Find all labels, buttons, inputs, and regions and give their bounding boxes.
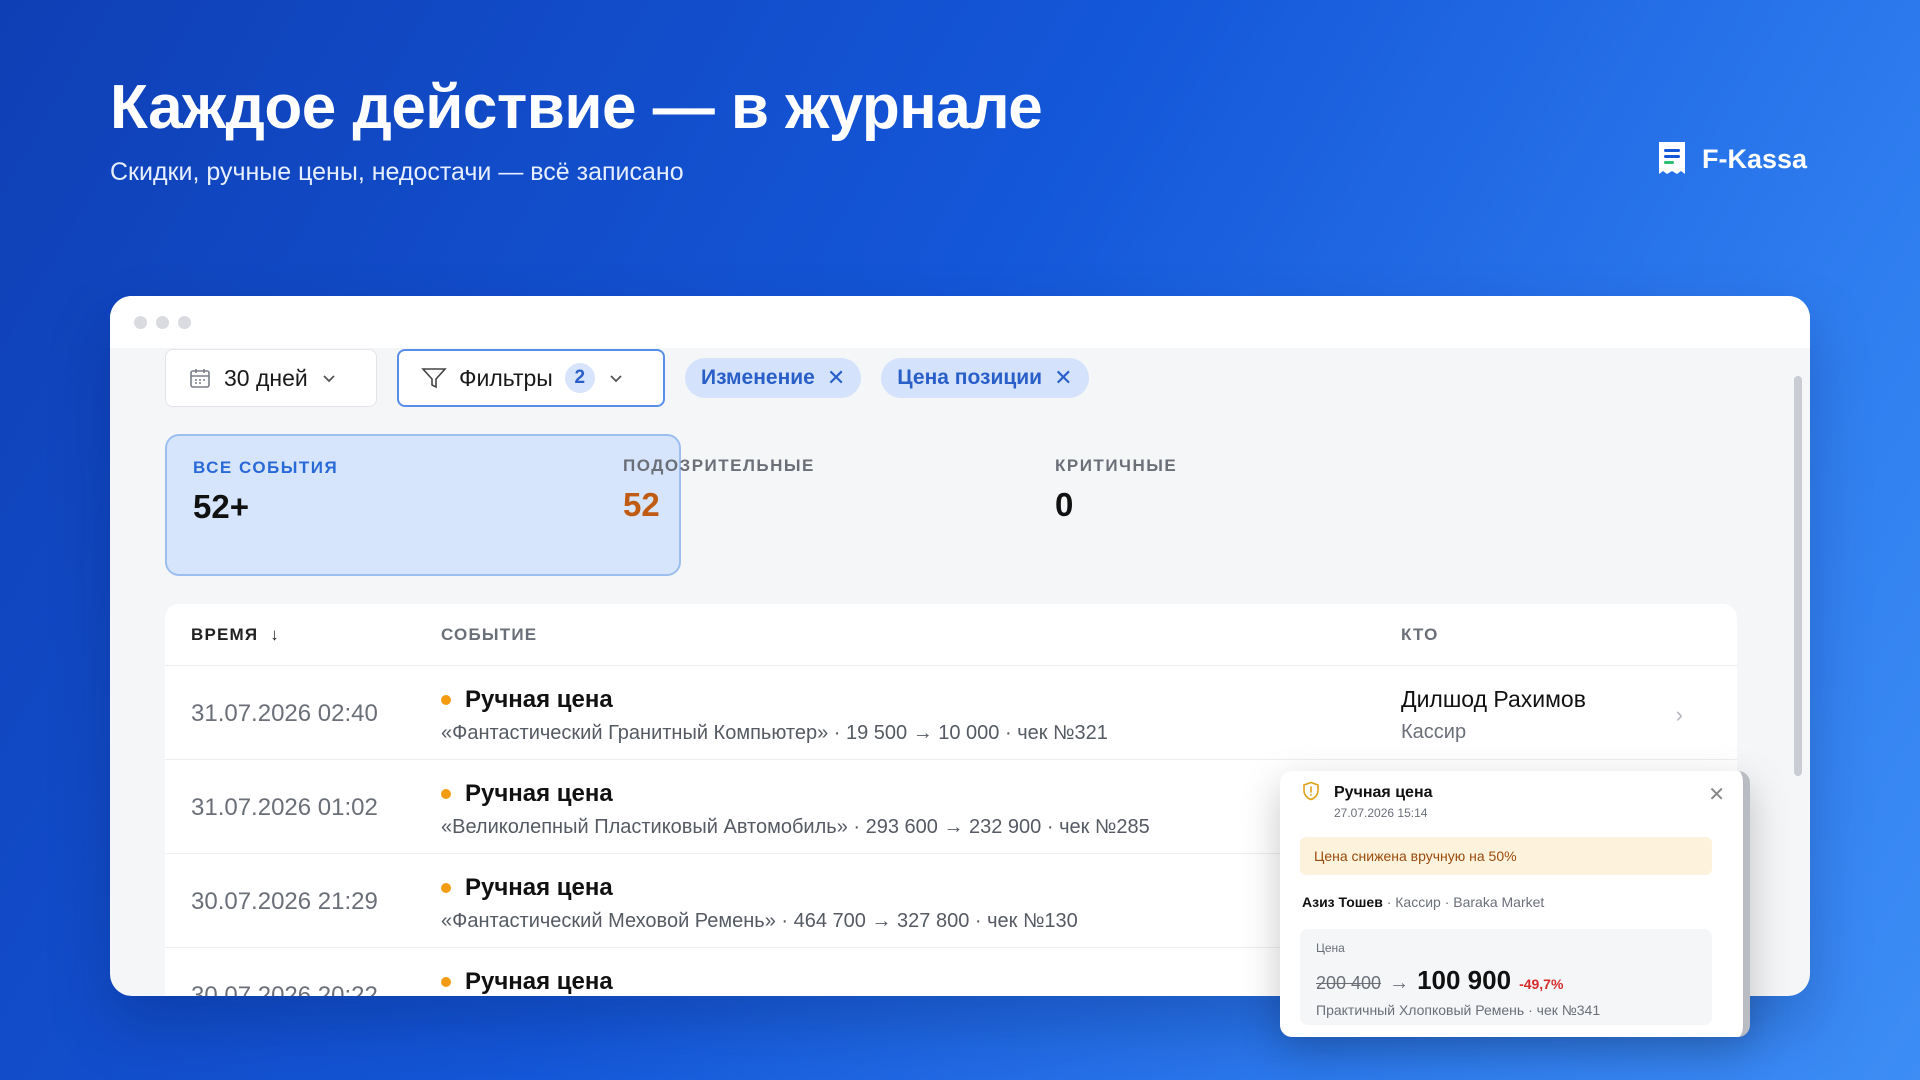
- close-icon[interactable]: ✕: [1708, 782, 1725, 807]
- calendar-icon: [190, 369, 210, 388]
- window-minimize-dot[interactable]: [156, 316, 169, 329]
- row-event: Ручная цена «Фантастический Меховой Реме…: [441, 874, 1078, 933]
- old-price: 200 400: [1316, 973, 1382, 993]
- stat-card-critical[interactable]: КРИТИЧНЫЕ 0: [1029, 434, 1545, 576]
- event-title: Ручная цена: [465, 780, 613, 807]
- status-dot: [441, 789, 451, 799]
- filters-count-badge: 2: [564, 363, 595, 393]
- event-title: Ручная цена: [465, 968, 613, 995]
- event-description: «Фантастический Меховой Ремень» · 464 70…: [441, 910, 1078, 932]
- popover-title: Ручная цена: [1334, 784, 1433, 801]
- stat-value: 52+: [193, 488, 249, 525]
- filter-chip-change[interactable]: Изменение ✕: [685, 358, 862, 398]
- filter-chip-item-price[interactable]: Цена позиции ✕: [881, 358, 1089, 398]
- period-select[interactable]: 30 дней: [165, 349, 377, 407]
- stat-label: КРИТИЧНЫЕ: [1055, 456, 1178, 475]
- filters-label: Фильтры: [459, 364, 553, 391]
- new-price: 100 900: [1417, 965, 1512, 995]
- chip-label: Изменение: [701, 366, 815, 389]
- user-name: Дилшод Рахимов: [1401, 686, 1586, 712]
- event-detail-popover: Ручная цена 27.07.2026 15:14 ✕ Цена сниж…: [1280, 771, 1750, 1037]
- shield-warning-icon: [1303, 781, 1319, 801]
- chevron-down-icon: [323, 375, 335, 383]
- brand-name: F-Kassa: [1702, 143, 1808, 174]
- row-time: 30.07.2026 20:22: [191, 982, 378, 996]
- stat-label: ПОДОЗРИТЕЛЬНЫЕ: [623, 456, 815, 475]
- column-header-event: СОБЫТИЕ: [441, 624, 538, 644]
- table-header: ВРЕМЯ ↓ СОБЫТИЕ КТО: [165, 604, 1737, 666]
- event-title: Ручная цена: [465, 874, 613, 901]
- status-dot: [441, 977, 451, 987]
- popover-price-box: Цена 200 400 → 100 900 -49,7% Практичный…: [1300, 929, 1712, 1025]
- chevron-right-icon: ›: [1675, 702, 1683, 727]
- stat-label: ВСЕ СОБЫТИЯ: [193, 458, 339, 477]
- column-header-label: ВРЕМЯ: [191, 624, 259, 644]
- row-time: 30.07.2026 21:29: [191, 888, 378, 915]
- event-description: «Великолепный Пластиковый Автомобиль» · …: [441, 816, 1150, 838]
- close-icon[interactable]: ✕: [827, 365, 845, 391]
- filters-button[interactable]: Фильтры 2: [397, 349, 665, 407]
- popover-user-line: Азиз Тошев · Кассир · Baraka Market: [1302, 894, 1544, 910]
- popover-time: 27.07.2026 15:14: [1334, 806, 1428, 820]
- row-event: Ручная цена «Фантастический Гранитный Ко…: [441, 686, 1108, 745]
- sort-arrow-icon: ↓: [270, 624, 280, 644]
- status-dot: [441, 695, 451, 705]
- filter-icon: [421, 368, 447, 389]
- status-dot: [441, 883, 451, 893]
- row-event: Ручная цена «Великолепный Пластиковый Ав…: [441, 780, 1150, 839]
- close-icon[interactable]: ✕: [1054, 365, 1072, 391]
- column-header-time[interactable]: ВРЕМЯ ↓: [191, 625, 280, 645]
- arrow-right-icon: →: [1389, 972, 1410, 994]
- receipt-icon: [1659, 142, 1685, 174]
- price-label: Цена: [1316, 941, 1345, 955]
- row-event: Ручная цена: [441, 968, 613, 996]
- page-title: Каждое действие — в журнале: [110, 73, 1043, 142]
- scrollbar[interactable]: [1794, 376, 1802, 776]
- window-maximize-dot[interactable]: [178, 316, 191, 329]
- window-titlebar: [110, 296, 1810, 348]
- brand-logo: F-Kassa: [1656, 140, 1807, 178]
- row-time: 31.07.2026 02:40: [191, 700, 378, 727]
- table-row[interactable]: 31.07.2026 02:40 Ручная цена «Фантастиче…: [165, 666, 1737, 760]
- chevron-down-icon: [610, 375, 622, 383]
- popover-user-details: · Кассир · Baraka Market: [1382, 894, 1545, 910]
- page-subtitle: Скидки, ручные цены, недостачи — всё зап…: [110, 158, 684, 186]
- column-header-who: КТО: [1401, 624, 1439, 644]
- stat-value: 0: [1055, 486, 1074, 523]
- event-description: «Фантастический Гранитный Компьютер» · 1…: [441, 722, 1108, 744]
- chip-label: Цена позиции: [897, 366, 1043, 389]
- row-who: Дилшод Рахимов Кассир: [1401, 686, 1586, 744]
- user-role: Кассир: [1401, 721, 1467, 743]
- row-time: 31.07.2026 01:02: [191, 794, 378, 821]
- period-label: 30 дней: [224, 364, 308, 391]
- popover-alert: Цена снижена вручную на 50%: [1300, 837, 1712, 875]
- filter-bar: 30 дней Фильтры 2 Изменение ✕ Цена позиц…: [165, 348, 1089, 408]
- popover-user-name: Азиз Тошев: [1302, 894, 1383, 910]
- stat-value: 52: [623, 486, 660, 523]
- product-info: Практичный Хлопковый Ремень · чек №341: [1316, 1002, 1601, 1018]
- event-title: Ручная цена: [465, 686, 613, 713]
- window-close-dot[interactable]: [134, 316, 147, 329]
- price-change-percent: -49,7%: [1519, 976, 1564, 992]
